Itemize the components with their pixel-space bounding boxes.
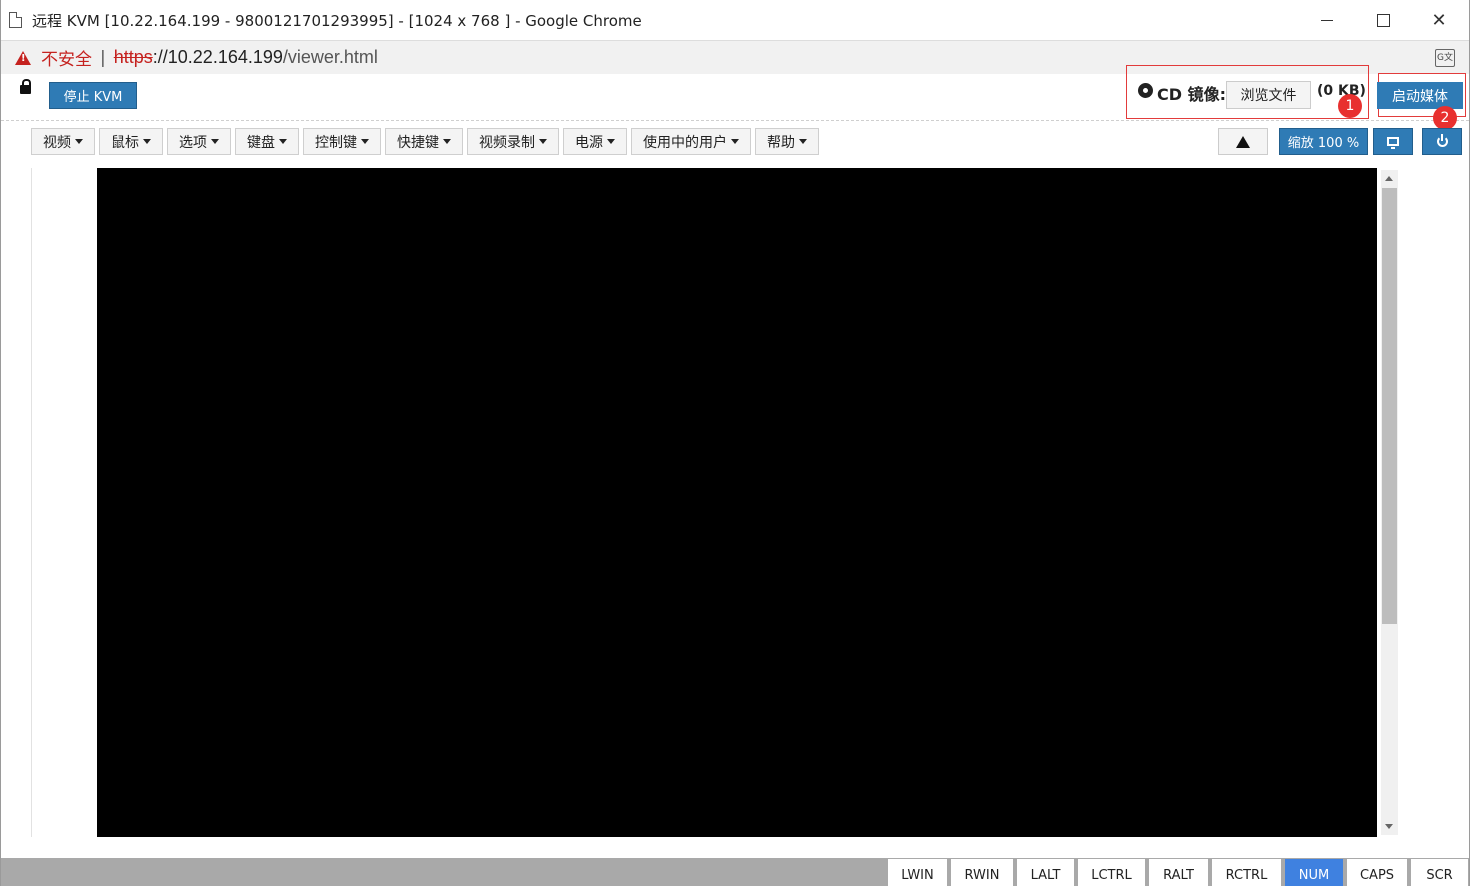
key-ralt[interactable]: RALT [1145, 859, 1208, 886]
alert-button[interactable] [1218, 128, 1268, 155]
menu-power[interactable]: 电源 [563, 128, 627, 155]
warning-icon [15, 50, 31, 65]
menu-control-keys[interactable]: 控制键 [303, 128, 381, 155]
annotation-marker-1: 1 [1338, 94, 1362, 118]
window-title: 远程 KVM [10.22.164.199 - 9800121701293995… [32, 11, 642, 30]
menu-video[interactable]: 视频 [31, 128, 95, 155]
close-icon: ✕ [1431, 9, 1447, 31]
menu-options[interactable]: 选项 [167, 128, 231, 155]
warning-triangle-icon [1236, 135, 1250, 148]
url-path: /viewer.html [282, 47, 378, 67]
maximize-button[interactable] [1355, 0, 1411, 40]
scroll-up-icon[interactable] [1385, 176, 1393, 181]
menu-label: 键盘 [247, 134, 275, 151]
vertical-scrollbar[interactable] [1381, 170, 1398, 835]
caret-down-icon [607, 139, 615, 144]
caret-down-icon [799, 139, 807, 144]
address-separator: | [100, 47, 106, 68]
kvm-remote-screen[interactable] [97, 168, 1377, 837]
caret-down-icon [731, 139, 739, 144]
menu-label: 鼠标 [111, 134, 139, 151]
menu-mouse[interactable]: 鼠标 [99, 128, 163, 155]
caret-down-icon [443, 139, 451, 144]
key-lwin[interactable]: LWIN [884, 859, 947, 886]
caret-down-icon [361, 139, 369, 144]
display-button[interactable] [1373, 128, 1413, 155]
key-rctrl[interactable]: RCTRL [1208, 859, 1281, 886]
maximize-icon [1376, 13, 1390, 27]
menu-label: 快捷键 [397, 134, 439, 151]
menu-label: 选项 [179, 134, 207, 151]
menu-bar: 视频 鼠标 选项 键盘 控制键 快捷键 视频录制 电源 使用中的用户 帮助 [31, 128, 819, 155]
menu-help[interactable]: 帮助 [755, 128, 819, 155]
caret-down-icon [279, 139, 287, 144]
zoom-button[interactable]: 缩放 100 % [1279, 128, 1368, 155]
minimize-icon [1321, 19, 1333, 21]
close-button[interactable]: ✕ [1411, 0, 1467, 40]
menu-label: 视频录制 [479, 134, 535, 151]
start-media-button[interactable]: 启动媒体 [1377, 82, 1463, 109]
menu-label: 控制键 [315, 134, 357, 151]
scroll-thumb[interactable] [1382, 188, 1397, 624]
minimize-button[interactable] [1299, 0, 1355, 40]
browser-window: 远程 KVM [10.22.164.199 - 9800121701293995… [0, 0, 1470, 886]
power-button[interactable] [1422, 128, 1462, 155]
menu-label: 使用中的用户 [643, 134, 727, 151]
menu-active-users[interactable]: 使用中的用户 [631, 128, 751, 155]
power-icon [1436, 134, 1448, 147]
key-status-indicators: LWIN RWIN LALT LCTRL RALT RCTRL NUM CAPS… [884, 859, 1468, 886]
caret-down-icon [143, 139, 151, 144]
annotation-marker-2: 2 [1433, 106, 1457, 130]
cd-image-label: CD 镜像: [1157, 85, 1226, 104]
stop-kvm-button[interactable]: 停止 KVM [49, 82, 137, 109]
menu-label: 电源 [575, 134, 603, 151]
menu-label: 视频 [43, 134, 71, 151]
url-scheme: https [113, 47, 153, 67]
caret-down-icon [539, 139, 547, 144]
url-text[interactable]: https://10.22.164.199/viewer.html [114, 47, 378, 68]
menu-video-record[interactable]: 视频录制 [467, 128, 559, 155]
key-lctrl[interactable]: LCTRL [1074, 859, 1145, 886]
cd-disc-icon [1138, 83, 1153, 98]
caret-down-icon [211, 139, 219, 144]
monitor-icon [1387, 137, 1399, 149]
translate-icon[interactable]: G文 [1435, 49, 1455, 67]
menu-label: 帮助 [767, 134, 795, 151]
title-bar: 远程 KVM [10.22.164.199 - 9800121701293995… [1, 0, 1469, 40]
insecure-label: 不安全 [41, 50, 92, 70]
scroll-down-icon[interactable] [1385, 824, 1393, 829]
browse-file-button[interactable]: 浏览文件 [1226, 81, 1311, 109]
document-icon [9, 12, 22, 28]
key-num[interactable]: NUM [1281, 859, 1343, 886]
key-rwin[interactable]: RWIN [947, 859, 1013, 886]
menu-keyboard[interactable]: 键盘 [235, 128, 299, 155]
url-host: ://10.22.164.199 [152, 47, 283, 67]
key-caps[interactable]: CAPS [1343, 859, 1407, 886]
key-lalt[interactable]: LALT [1013, 859, 1074, 886]
key-scr[interactable]: SCR [1407, 859, 1468, 886]
lock-icon [20, 79, 31, 94]
menu-hotkeys[interactable]: 快捷键 [385, 128, 463, 155]
caret-down-icon [75, 139, 83, 144]
